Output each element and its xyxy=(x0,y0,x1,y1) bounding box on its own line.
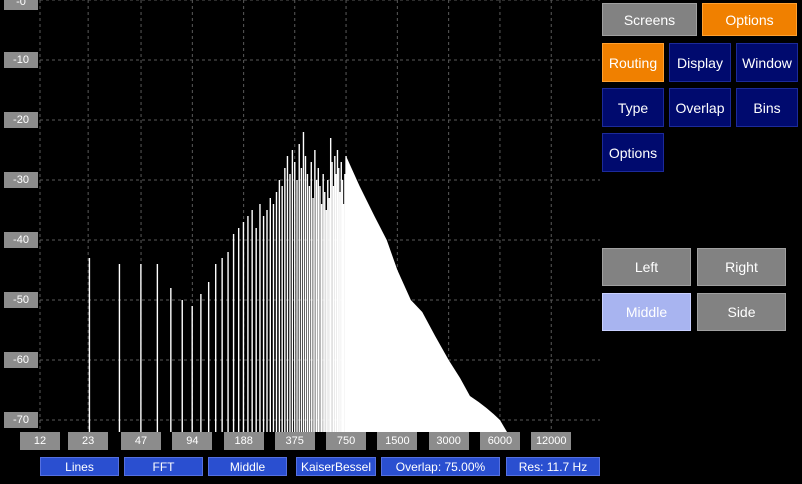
status-window[interactable]: KaiserBessel xyxy=(296,457,376,476)
status-lines[interactable]: Lines xyxy=(40,457,119,476)
x-tick-label: 6000 xyxy=(479,432,520,450)
routing-button[interactable]: Routing xyxy=(602,43,664,82)
status-overlap[interactable]: Overlap: 75.00% xyxy=(381,457,500,476)
options-tab[interactable]: Options xyxy=(702,3,797,36)
display-button[interactable]: Display xyxy=(669,43,731,82)
x-tick-label: 1500 xyxy=(377,432,418,450)
x-tick-label: 188 xyxy=(223,432,264,450)
status-fft[interactable]: FFT xyxy=(124,457,203,476)
x-tick-label: 94 xyxy=(172,432,213,450)
y-tick-label: -10 xyxy=(4,52,38,68)
spectrum-plot xyxy=(0,0,600,432)
y-tick-label: -50 xyxy=(4,292,38,308)
x-tick-label: 12 xyxy=(20,432,60,450)
y-tick-label: -60 xyxy=(4,352,38,368)
overlap-button[interactable]: Overlap xyxy=(669,88,731,127)
x-tick-label: 47 xyxy=(121,432,162,450)
middle-channel-button[interactable]: Middle xyxy=(602,293,691,331)
x-tick-label: 375 xyxy=(274,432,315,450)
x-tick-label: 12000 xyxy=(531,432,572,450)
side-channel-button[interactable]: Side xyxy=(697,293,786,331)
right-channel-button[interactable]: Right xyxy=(697,248,786,286)
y-tick-label: -70 xyxy=(4,412,38,428)
y-tick-label: -30 xyxy=(4,172,38,188)
status-resolution[interactable]: Res: 11.7 Hz xyxy=(506,457,600,476)
screens-tab[interactable]: Screens xyxy=(602,3,697,36)
x-tick-label: 23 xyxy=(68,432,109,450)
type-button[interactable]: Type xyxy=(602,88,664,127)
y-tick-label: -40 xyxy=(4,232,38,248)
window-button[interactable]: Window xyxy=(736,43,798,82)
bins-button[interactable]: Bins xyxy=(736,88,798,127)
status-middle[interactable]: Middle xyxy=(208,457,287,476)
options-button[interactable]: Options xyxy=(602,133,664,172)
left-channel-button[interactable]: Left xyxy=(602,248,691,286)
y-tick-label: -0 xyxy=(4,0,38,10)
x-tick-label: 3000 xyxy=(428,432,469,450)
y-tick-label: -20 xyxy=(4,112,38,128)
x-tick-label: 750 xyxy=(326,432,367,450)
